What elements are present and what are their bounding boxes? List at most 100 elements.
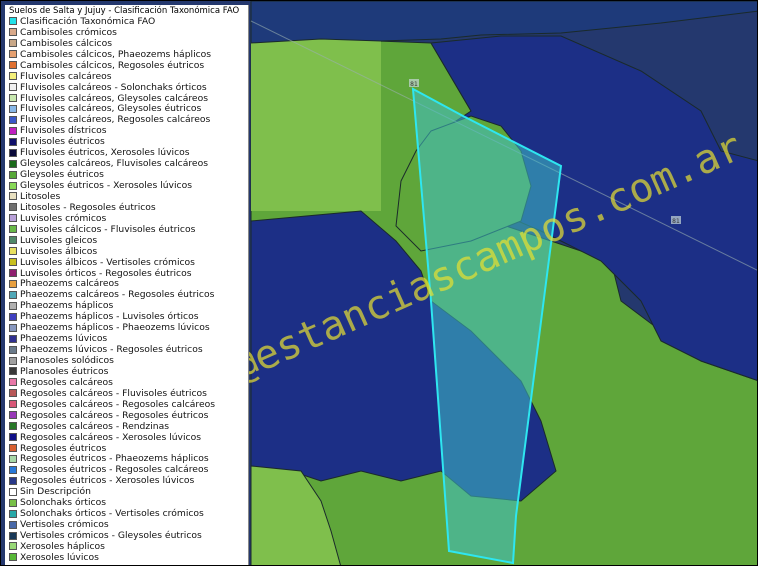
legend-swatch [9,400,17,409]
legend-swatch [9,181,17,190]
legend-label: Gleysoles calcáreos, Fluvisoles calcáreo… [20,158,208,170]
legend-label: Fluvisoles éutricos [20,136,105,148]
legend-swatch [9,520,17,529]
legend-label: Litosoles [20,190,61,202]
legend-item: Phaeozems lúvicos [9,333,248,344]
legend-item: Clasificación Taxonómica FAO [9,16,248,27]
legend-item: Sin Descripción [9,486,248,497]
legend-label: Regosoles calcáreos - Fluvisoles éutrico… [20,387,207,399]
legend-swatch [9,433,17,442]
legend-label: Cambisoles crómicos [20,26,117,38]
legend-swatch [9,334,17,343]
legend-label: Cambisoles cálcicos, Phaeozems háplicos [20,48,212,60]
legend-label: Phaeozems háplicos - Phaeozems lúvicos [20,322,210,334]
legend-label: Litosoles - Regosoles éutricos [20,201,156,213]
legend-label: Xerosoles lúvicos [20,551,99,563]
legend-swatch [9,214,17,223]
legend-item: Regosoles éutricos - Xerosoles lúvicos [9,475,248,486]
legend-label: Regosoles éutricos - Xerosoles lúvicos [20,475,195,487]
legend-swatch [9,345,17,354]
legend-item: Fluvisoles calcáreos [9,71,248,82]
legend-swatch [9,170,17,179]
legend-swatch [9,531,17,540]
legend-label: Luvisoles crómicos [20,212,107,224]
legend-label: Regosoles éutricos - Regosoles calcáreos [20,464,209,476]
legend-item: Phaeozems háplicos - Luvisoles órticos [9,311,248,322]
legend-item: Planosoles solódicos [9,355,248,366]
legend-swatch [9,115,17,124]
legend-item: Phaeozems calcáreos [9,278,248,290]
legend-label: Regosoles calcáreos - Rendzinas [20,420,169,432]
legend-item: Regosoles calcáreos - Regosoles calcáreo… [9,399,248,410]
legend-swatch [9,487,17,496]
legend-item: Solonchaks órticos [9,497,248,508]
legend-label: Regosoles calcáreos - Regosoles calcáreo… [20,398,216,410]
legend-label: Phaeozems lúvicos [20,333,108,345]
legend-label: Planosoles éutricos [20,365,109,377]
legend-item: Regosoles calcáreos [9,377,248,388]
legend-item: Regosoles calcáreos - Xerosoles lúvicos [9,432,248,443]
legend-label: Phaeozems calcáreos [20,278,119,290]
legend-swatch [9,192,17,201]
legend-swatch [9,378,17,387]
legend-item: Luvisoles álbicos [9,246,248,257]
legend-item: Luvisoles órticos - Regosoles éutricos [9,268,248,279]
legend-swatch [9,225,17,234]
legend-swatch [9,411,17,420]
legend-swatch [9,39,17,48]
road-marker-1: 81 [409,79,419,88]
legend-item: Vertisoles crómicos - Gleysoles éutricos [9,530,248,541]
legend-label: Gleysoles éutricos [20,169,104,181]
road-marker-2: 81 [671,216,681,225]
legend-item: Regosoles éutricos - Regosoles calcáreos [9,464,248,475]
svg-text:81: 81 [410,81,418,88]
legend-item: Litosoles [9,191,248,202]
legend-item: Fluvisoles éutricos [9,136,248,147]
legend-swatch [9,444,17,453]
legend-item: Luvisoles gleicos [9,235,248,246]
legend-label: Planosoles solódicos [20,355,114,367]
legend-item: Xerosoles lúvicos [9,552,248,563]
legend-swatch [9,28,17,37]
legend-swatch [9,269,17,278]
legend-label: Luvisoles gleicos [20,234,98,246]
legend-label: Fluvisoles calcáreos - Solonchaks órtico… [20,81,207,93]
legend-swatch [9,279,17,288]
legend-label: Fluvisoles éutricos, Xerosoles lúvicos [20,147,190,159]
legend-label: Cambisoles cálcicos, Regosoles éutricos [20,59,205,71]
legend-item: Luvisoles crómicos [9,213,248,224]
legend-swatch [9,323,17,332]
legend-label: Phaeozems háplicos - Luvisoles órticos [20,311,199,323]
legend-item: Fluvisoles calcáreos - Solonchaks órtico… [9,82,248,93]
legend-item: Xerosoles háplicos [9,541,248,552]
legend-item: Phaeozems háplicos - Phaeozems lúvicos [9,322,248,333]
legend-swatch [9,476,17,485]
legend-label: Fluvisoles calcáreos, Gleysoles éutricos [20,103,202,115]
legend-label: Fluvisoles calcáreos [20,70,112,82]
legend-label: Vertisoles crómicos - Gleysoles éutricos [20,530,202,542]
map-frame: 81 81 info@estanciascampos.com.ar Suelos… [0,0,758,566]
legend-item: Fluvisoles dístricos [9,125,248,136]
legend-item: Regosoles éutricos - Phaeozems háplicos [9,453,248,464]
legend-item: Gleysoles éutricos - Xerosoles lúvicos [9,180,248,191]
legend-item: Phaeozems calcáreos - Regosoles éutricos [9,289,248,300]
legend-label: Xerosoles háplicos [20,540,105,552]
legend-label: Regosoles calcáreos - Regosoles éutricos [20,409,209,421]
legend-item: Fluvisoles éutricos, Xerosoles lúvicos [9,147,248,158]
legend-item: Fluvisoles calcáreos, Regosoles calcáreo… [9,114,248,125]
legend-swatch [9,159,17,168]
legend-swatch [9,312,17,321]
legend-swatch [9,247,17,256]
legend-label: Phaeozems lúvicos - Regosoles éutricos [20,344,203,356]
legend-item: Cambisoles cálcicos [9,38,248,49]
legend-item: Litosoles - Regosoles éutricos [9,202,248,213]
legend-label: Phaeozems calcáreos - Regosoles éutricos [20,289,215,301]
legend-item: Cambisoles crómicos [9,27,248,38]
legend-swatch [9,498,17,507]
legend-swatch [9,72,17,81]
legend-swatch [9,83,17,92]
legend-item: Regosoles calcáreos - Fluvisoles éutrico… [9,388,248,399]
legend-swatch [9,542,17,551]
legend-swatch [9,137,17,146]
legend-item: Luvisoles álbicos - Vertisoles crómicos [9,257,248,268]
